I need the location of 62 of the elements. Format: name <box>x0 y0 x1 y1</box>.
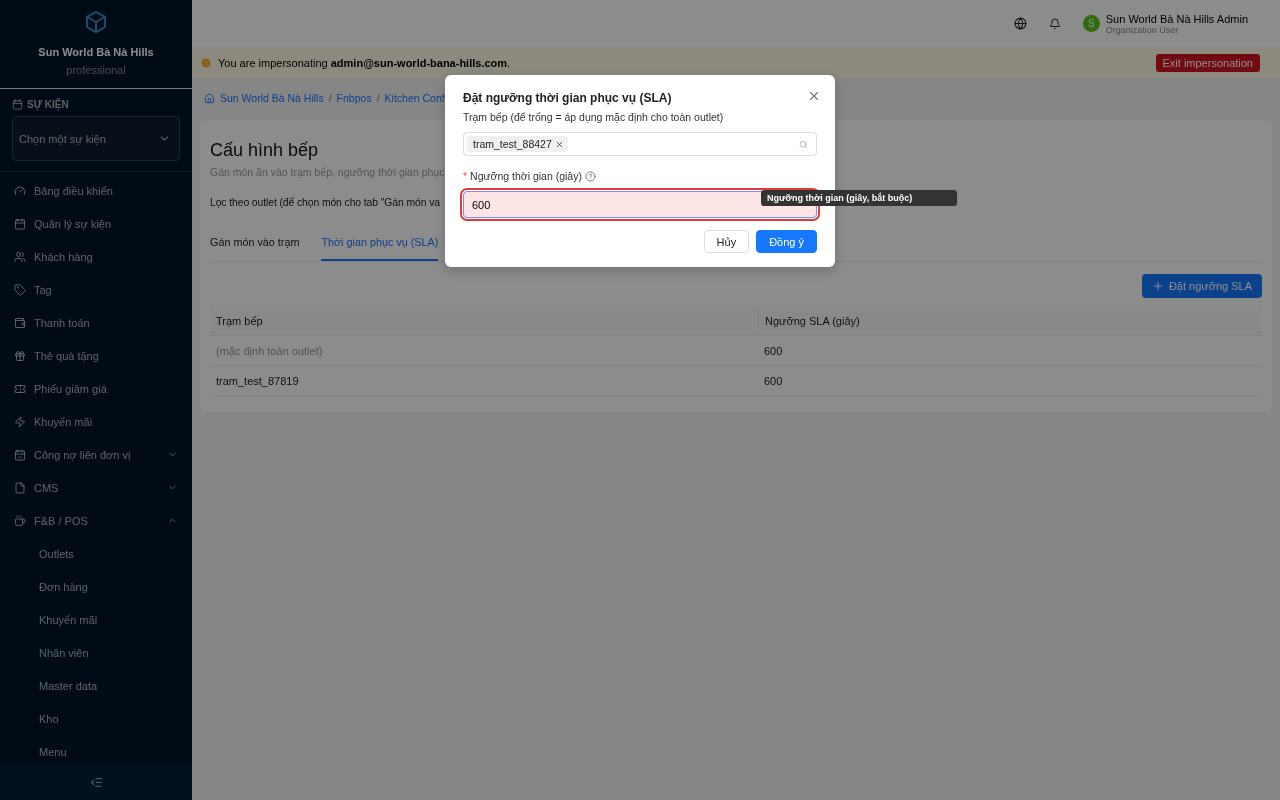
dialog-title: Đặt ngưỡng thời gian phục vụ (SLA) <box>463 91 672 105</box>
station-select[interactable]: tram_test_88427 <box>463 132 817 156</box>
column-header: Ngưỡng SLA (giây) <box>758 306 1262 335</box>
breadcrumb-link[interactable]: Fnbpos <box>336 92 372 104</box>
table-cell-text: (mặc định toàn outlet) <box>215 343 324 359</box>
bell-icon[interactable] <box>1048 17 1061 30</box>
cancel-button[interactable]: Hủy <box>703 230 750 253</box>
avatar: S <box>1082 15 1100 32</box>
sidebar-item[interactable]: Khách hàng <box>0 240 192 273</box>
sidebar-subitem[interactable]: Đơn hàng <box>0 570 192 603</box>
required-mark: * <box>463 170 468 182</box>
breadcrumb-link[interactable]: Kitchen Conf <box>384 92 445 104</box>
sidebar-item[interactable]: CMS <box>0 471 192 504</box>
sidebar-subitem[interactable]: Master data <box>0 669 192 702</box>
sidebar-item[interactable]: F&B / POS <box>0 504 192 537</box>
home-icon <box>204 92 215 104</box>
sidebar-subitem[interactable]: Kho <box>0 702 192 735</box>
filter-label: Lọc theo outlet (để chọn món cho tab "Gán món va <box>210 197 440 208</box>
column-header: Trạm bếp <box>215 313 264 329</box>
tooltip: Ngưỡng thời gian (giây, bắt buộc) <box>761 190 957 206</box>
sidebar-item[interactable]: Bảng điều khiển <box>0 174 192 207</box>
exit-impersonation-button[interactable]: Exit impersonation <box>1155 53 1260 72</box>
globe-icon[interactable] <box>1013 17 1027 30</box>
brand-title: Sun World Bà Nà Hills <box>38 46 154 58</box>
event-select[interactable]: Chọn một sự kiện <box>12 116 180 161</box>
help-icon <box>584 170 596 182</box>
tab[interactable]: Gán món vào trạm <box>210 230 300 261</box>
sidebar-item[interactable]: Thẻ quà tặng <box>0 339 192 372</box>
sidebar-subitem[interactable]: Nhân viên <box>0 636 192 669</box>
sidebar-item[interactable]: Quản lý sự kiện <box>0 207 192 240</box>
sidebar-item[interactable]: Khuyến mãi <box>0 405 192 438</box>
sidebar-subitem[interactable]: Khuyến mãi <box>0 603 192 636</box>
user-name: Sun World Bà Nà Hills Admin <box>1105 12 1248 25</box>
field-label: Ngưỡng thời gian (giây) <box>470 170 582 182</box>
table-cell-text: 600 <box>763 343 784 359</box>
logo-icon <box>84 10 108 34</box>
impersonation-message: You are impersonating admin@sun-world-bana-hills.com. <box>218 56 511 69</box>
section-label: SỰ KIỆN <box>27 99 69 110</box>
sidebar-item[interactable]: Phiếu giảm giá <box>0 372 192 405</box>
sidebar-subitem[interactable]: Outlets <box>0 537 192 570</box>
breadcrumb-separator: / <box>328 92 332 104</box>
sidebar-item[interactable]: Công nợ liên đơn vị <box>0 438 192 471</box>
user-role: Organization User <box>1105 24 1180 35</box>
brand-subtitle: professional <box>66 64 126 76</box>
add-sla-button[interactable]: Đặt ngưỡng SLA <box>1141 274 1262 298</box>
plus-icon <box>1151 280 1164 292</box>
remove-icon[interactable] <box>554 139 564 149</box>
search-icon <box>799 139 808 149</box>
field-label: Trạm bếp (để trống = áp dụng mặc định cho toàn outlet) <box>463 111 725 123</box>
breadcrumb-link[interactable]: Sun World Bà Nà Hills <box>220 92 324 104</box>
page-title: Cấu hình bếp <box>210 140 319 161</box>
close-button[interactable] <box>807 89 821 103</box>
table-cell-text: 600 <box>763 373 784 389</box>
sidebar-item[interactable]: Tag <box>0 273 192 306</box>
breadcrumb-separator: / <box>376 92 380 104</box>
tab[interactable]: Thời gian phục vụ (SLA) <box>321 230 439 261</box>
sidebar-subitem[interactable]: Menu <box>0 735 192 764</box>
sidebar-item[interactable]: Thanh toán <box>0 306 192 339</box>
ok-button[interactable]: Đồng ý <box>756 230 817 253</box>
table-cell-text: tram_test_87819 <box>215 373 300 389</box>
warning-icon <box>200 56 212 69</box>
selected-tag: tram_test_88427 <box>467 136 568 152</box>
